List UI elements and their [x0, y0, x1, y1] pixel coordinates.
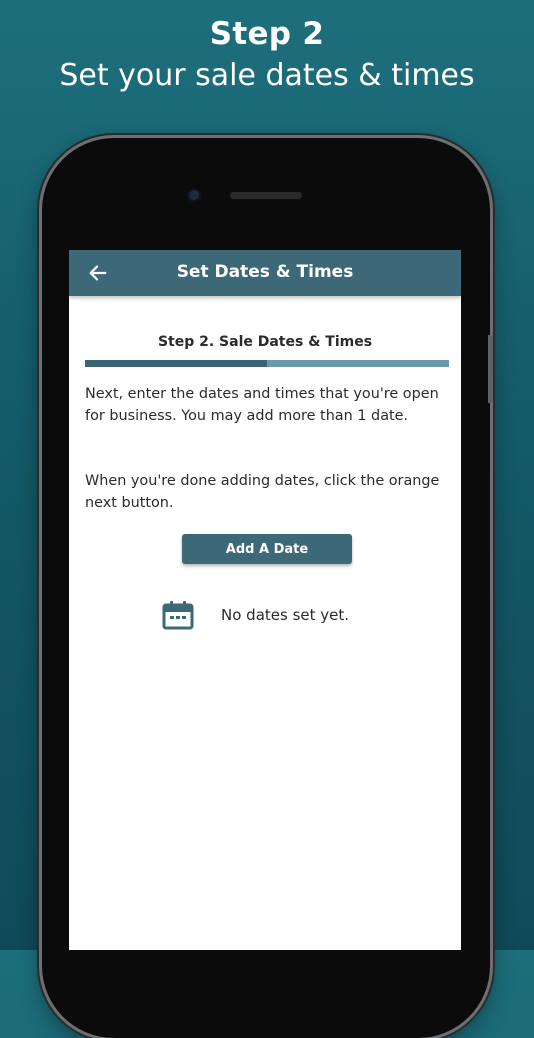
- instructions-paragraph: Next, enter the dates and times that you…: [85, 386, 439, 424]
- promo-subheadline: Set your sale dates & times: [59, 58, 475, 93]
- promo-headline: Step 2: [209, 16, 325, 52]
- app-bar: Set Dates & Times: [69, 250, 461, 296]
- add-date-button[interactable]: Add A Date: [182, 534, 352, 564]
- phone-side-button: [488, 335, 493, 403]
- calendar-icon: [162, 601, 194, 630]
- empty-state-text: No dates set yet.: [221, 606, 350, 624]
- step-progress-bar: [85, 360, 449, 367]
- step-progress-fill: [85, 360, 267, 367]
- earpiece-speaker: [230, 192, 302, 199]
- promo-header: Step 2 Set your sale dates & times: [0, 14, 534, 98]
- front-camera: [187, 188, 201, 202]
- app-screen: Set Dates & Times Step 2. Sale Dates & T…: [69, 250, 461, 950]
- step-title: Step 2. Sale Dates & Times: [157, 334, 373, 350]
- next-button-hint: When you're done adding dates, click the…: [85, 473, 440, 511]
- app-bar-title: Set Dates & Times: [176, 262, 354, 282]
